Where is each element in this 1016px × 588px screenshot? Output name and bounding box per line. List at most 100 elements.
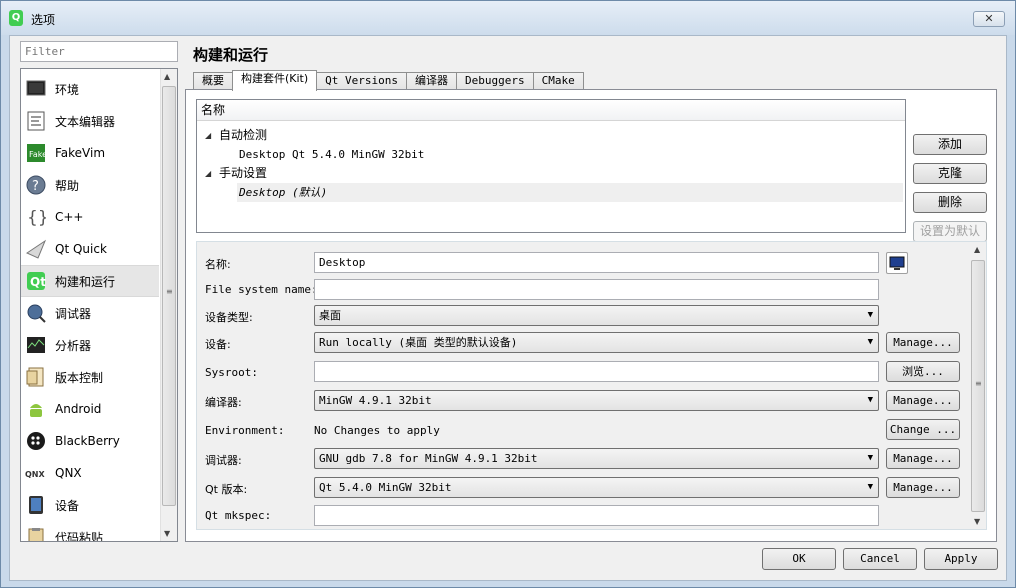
device-manage-button[interactable]: Manage...	[886, 332, 960, 353]
category-list: 环境 文本编辑器 Fake FakeVim ? 帮助 {} C++ Qt Qui…	[20, 68, 178, 542]
build-run-icon: Qt	[25, 270, 47, 292]
expanded-arrow-icon[interactable]: ◢	[205, 164, 211, 183]
page-title: 构建和运行	[193, 46, 269, 64]
sysroot-label: Sysroot:	[205, 366, 258, 379]
sysroot-browse-button[interactable]: 浏览...	[886, 361, 960, 382]
qt-version-select[interactable]: Qt 5.4.0 MinGW 32bit ▼	[314, 477, 879, 498]
svg-text:Qt: Qt	[30, 275, 46, 289]
nav-item-text-editor[interactable]: 文本编辑器	[21, 105, 159, 137]
qt-quick-icon	[25, 238, 47, 260]
nav-scroll-thumb[interactable]: ≡	[162, 86, 176, 506]
compiler-value: MinGW 4.9.1 32bit	[319, 394, 432, 407]
window-title: 选项	[31, 13, 56, 27]
nav-item-environment[interactable]: 环境	[21, 73, 159, 105]
environment-label: Environment:	[205, 424, 285, 437]
kit-tree-header: 名称	[197, 100, 905, 121]
cancel-button[interactable]: Cancel	[843, 548, 917, 570]
nav-item-label: 文本编辑器	[55, 114, 116, 129]
filesystem-name-input[interactable]	[314, 279, 879, 300]
nav-item-build-run[interactable]: Qt 构建和运行	[21, 265, 159, 297]
nav-item-label: 帮助	[55, 178, 80, 193]
nav-item-cpp[interactable]: {} C++	[21, 201, 159, 233]
debugger-manage-button[interactable]: Manage...	[886, 448, 960, 469]
sysroot-input[interactable]	[314, 361, 879, 382]
analyzer-icon	[25, 334, 47, 356]
device-value: Run locally (桌面 类型的默认设备)	[319, 336, 518, 349]
nav-item-qnx[interactable]: QNX QNX	[21, 457, 159, 489]
android-icon	[25, 398, 47, 420]
kits-tab-panel: 名称 ◢ 自动检测 Desktop Qt 5.4.0 MinGW 32bit ◢…	[185, 89, 997, 542]
tab-overview[interactable]: 概要	[193, 72, 233, 90]
cpp-braces-icon: {}	[25, 206, 47, 228]
tab-kits[interactable]: 构建套件(Kit)	[232, 70, 318, 91]
name-input[interactable]: Desktop	[314, 252, 879, 273]
ok-button[interactable]: OK	[762, 548, 836, 570]
apply-button[interactable]: Apply	[924, 548, 998, 570]
name-label: 名称:	[205, 258, 231, 271]
tab-cmake[interactable]: CMake	[532, 72, 584, 90]
grip-icon: ≡	[975, 379, 982, 388]
tab-debuggers[interactable]: Debuggers	[456, 72, 534, 90]
dropdown-arrow-icon: ▼	[867, 395, 873, 405]
nav-item-label: 版本控制	[55, 370, 104, 385]
nav-item-label: C++	[55, 210, 84, 224]
nav-scrollbar[interactable]: ▲ ≡ ▼	[160, 69, 177, 541]
nav-item-code-paste[interactable]: 代码粘贴	[21, 521, 159, 541]
device-icon	[25, 494, 47, 516]
expanded-arrow-icon[interactable]: ◢	[205, 126, 211, 145]
dropdown-arrow-icon: ▼	[867, 337, 873, 347]
compiler-select[interactable]: MinGW 4.9.1 32bit ▼	[314, 390, 879, 411]
svg-text:QNX: QNX	[25, 470, 45, 479]
tree-group-label: 自动检测	[219, 128, 268, 142]
filter-input[interactable]	[20, 41, 178, 62]
dropdown-arrow-icon: ▼	[867, 482, 873, 492]
scroll-up-arrow-icon[interactable]: ▲	[164, 72, 170, 81]
scroll-down-arrow-icon[interactable]: ▼	[974, 517, 980, 526]
filesystem-name-label: File system name:	[205, 283, 318, 296]
tree-kit-item-selected[interactable]: Desktop (默认)	[237, 183, 903, 202]
nav-item-android[interactable]: Android	[21, 393, 159, 425]
tree-group-auto[interactable]: ◢ 自动检测	[197, 126, 903, 145]
remove-button[interactable]: 删除	[913, 192, 987, 213]
add-button[interactable]: 添加	[913, 134, 987, 155]
close-button[interactable]: ✕	[973, 11, 1005, 27]
compiler-manage-button[interactable]: Manage...	[886, 390, 960, 411]
nav-item-analyzer[interactable]: 分析器	[21, 329, 159, 361]
environment-value: No Changes to apply	[314, 424, 440, 437]
tab-qt-versions[interactable]: Qt Versions	[316, 72, 408, 90]
tree-group-manual[interactable]: ◢ 手动设置	[197, 164, 903, 183]
nav-item-fakevim[interactable]: Fake FakeVim	[21, 137, 159, 169]
device-type-select[interactable]: 桌面 ▼	[314, 305, 879, 326]
title-bar[interactable]: Q 选项 ✕	[1, 1, 1015, 35]
debugger-select[interactable]: GNU gdb 7.8 for MinGW 4.9.1 32bit ▼	[314, 448, 879, 469]
qt-mkspec-input[interactable]	[314, 505, 879, 526]
nav-item-version-control[interactable]: 版本控制	[21, 361, 159, 393]
device-select[interactable]: Run locally (桌面 类型的默认设备) ▼	[314, 332, 879, 353]
qt-version-label: Qt 版本:	[205, 483, 248, 496]
svg-text:?: ?	[32, 179, 39, 194]
scroll-down-arrow-icon[interactable]: ▼	[164, 529, 170, 538]
make-default-button[interactable]: 设置为默认	[913, 221, 987, 242]
nav-item-help[interactable]: ? 帮助	[21, 169, 159, 201]
nav-item-devices[interactable]: 设备	[21, 489, 159, 521]
details-scroll-thumb[interactable]: ≡	[971, 260, 985, 512]
nav-item-blackberry[interactable]: BlackBerry	[21, 425, 159, 457]
options-window: Q 选项 ✕ 环境 文本编辑器 Fake FakeVim ? 帮助 {}	[0, 0, 1016, 588]
nav-item-label: 构建和运行	[55, 274, 116, 289]
clone-button[interactable]: 克隆	[913, 163, 987, 184]
nav-item-label: FakeVim	[55, 146, 106, 160]
scroll-up-arrow-icon[interactable]: ▲	[974, 245, 980, 254]
nav-item-qt-quick[interactable]: Qt Quick	[21, 233, 159, 265]
fakevim-icon: Fake	[25, 142, 47, 164]
nav-item-label: 环境	[55, 82, 80, 97]
environment-change-button[interactable]: Change ...	[886, 419, 960, 440]
tree-kit-item[interactable]: Desktop Qt 5.4.0 MinGW 32bit	[197, 145, 903, 164]
device-type-label: 设备类型:	[205, 311, 253, 324]
qt-version-manage-button[interactable]: Manage...	[886, 477, 960, 498]
nav-item-debugger[interactable]: 调试器	[21, 297, 159, 329]
tab-compilers[interactable]: 编译器	[406, 72, 458, 90]
kit-tree[interactable]: 名称 ◢ 自动检测 Desktop Qt 5.4.0 MinGW 32bit ◢…	[196, 99, 906, 233]
kit-icon-button[interactable]	[886, 252, 908, 274]
nav-item-label: QNX	[55, 466, 82, 480]
details-scrollbar[interactable]: ▲ ≡ ▼	[970, 242, 986, 529]
